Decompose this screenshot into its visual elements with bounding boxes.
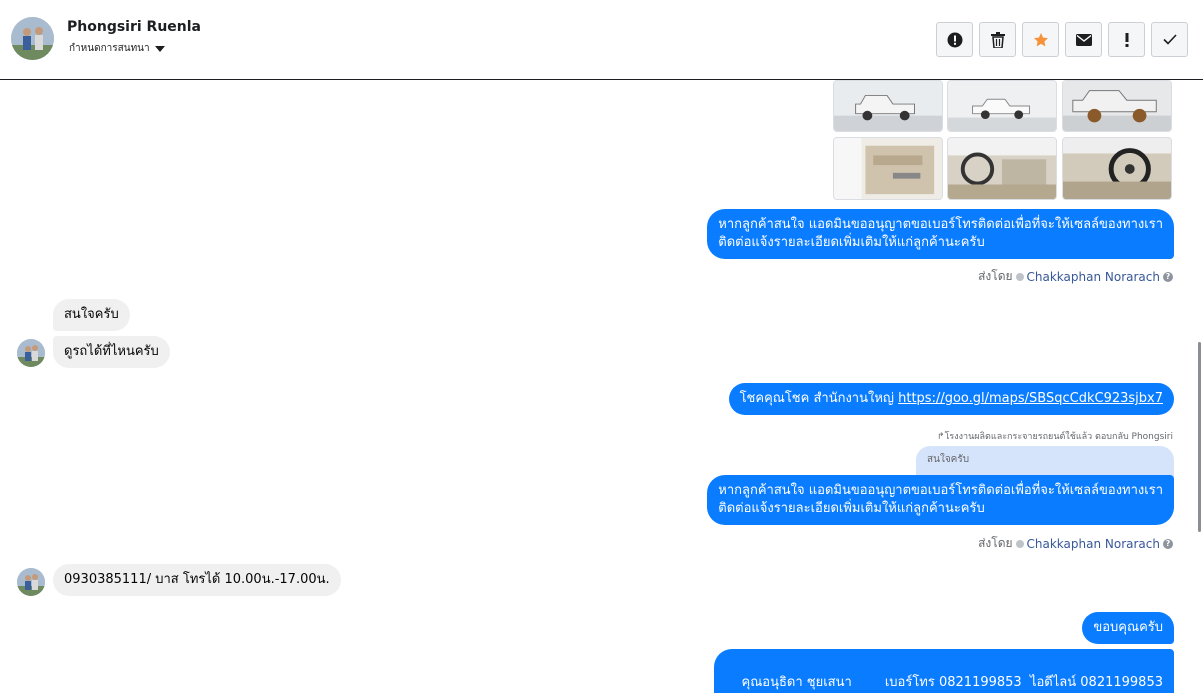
outgoing-message[interactable]: ขอบคุณครับ — [1082, 612, 1174, 644]
star-icon — [1033, 32, 1048, 46]
outgoing-message[interactable]: คุณอนุธิดา ชุยเสนา เบอร์โทร 0821199853 ไ… — [713, 649, 1174, 693]
sender-name[interactable]: Chakkaphan Norarach — [1027, 270, 1160, 284]
message-text-line: ติดต่อแจ้งรายละเอียดเพิ่มเติมให้แก่ลูกค้… — [718, 501, 985, 516]
mark-unread-button[interactable] — [1065, 22, 1102, 57]
car-photo-2[interactable] — [947, 80, 1057, 132]
car-photo-5[interactable] — [947, 137, 1057, 200]
mark-spam-button[interactable] — [936, 22, 973, 57]
incoming-message[interactable]: ดูรถได้ที่ไหนครับ — [53, 336, 170, 368]
outgoing-message[interactable]: หากลูกค้าสนใจ แอดมินขออนุญาตขอเบอร์โทรติ… — [707, 475, 1174, 525]
car-photo-6[interactable] — [1062, 137, 1172, 200]
message-text-line: หากลูกค้าสนใจ แอดมินขออนุญาตขอเบอร์โทรติ… — [718, 483, 1163, 498]
sent-by-label: ส่งโดย Chakkaphan Norarach ? — [978, 267, 1173, 286]
message-thread[interactable]: หากลูกค้าสนใจ แอดมินขออนุญาตขอเบอร์โทรติ… — [0, 80, 1203, 693]
map-link[interactable]: https://goo.gl/maps/SBSqcCdkC923sjbx7 — [898, 391, 1163, 406]
star-button[interactable] — [1022, 22, 1059, 57]
car-photo-4[interactable] — [833, 137, 943, 200]
caret-down-icon — [154, 45, 165, 52]
alert-circle-icon — [947, 32, 962, 47]
exclamation-icon — [1125, 32, 1128, 47]
verified-dot-icon — [1015, 539, 1024, 548]
contact-avatar-small[interactable] — [17, 339, 45, 367]
contact-name[interactable]: Phongsiri Ruenla — [67, 19, 201, 35]
incoming-message[interactable]: 0930385111/ บาส โทรได้ 10.00น.-17.00น. — [53, 564, 341, 596]
outgoing-message[interactable]: หากลูกค้าสนใจ แอดมินขออนุญาตขอเบอร์โทรติ… — [707, 209, 1174, 259]
help-icon[interactable]: ? — [1163, 271, 1173, 282]
envelope-icon — [1075, 33, 1092, 46]
check-icon — [1162, 34, 1177, 45]
incoming-message[interactable]: สนใจครับ — [53, 299, 130, 331]
delete-button[interactable] — [979, 22, 1016, 57]
follow-up-button[interactable] — [1108, 22, 1145, 57]
mark-done-button[interactable] — [1151, 22, 1188, 57]
car-photo-1[interactable] — [833, 80, 943, 132]
conversation-header: Phongsiri Ruenla กำหนดการสนทนา — [0, 0, 1203, 80]
reply-context: ↱โรงงานผลิตและกระจายรถยนต์ใช้แล้ว ตอบกลั… — [937, 432, 1173, 442]
sender-name[interactable]: Chakkaphan Norarach — [1027, 537, 1160, 551]
conversation-label-dropdown[interactable]: กำหนดการสนทนา — [69, 41, 165, 56]
verified-dot-icon — [1015, 272, 1024, 281]
car-photo-3[interactable] — [1062, 80, 1172, 132]
scrollbar[interactable] — [1198, 342, 1201, 532]
help-icon[interactable]: ? — [1163, 538, 1173, 549]
action-toolbar — [936, 22, 1188, 57]
contact-avatar-small[interactable] — [17, 568, 45, 596]
message-text-line: ติดต่อแจ้งรายละเอียดเพิ่มเติมให้แก่ลูกค้… — [718, 235, 985, 250]
trash-icon — [990, 31, 1005, 48]
outgoing-message[interactable]: โชคคุณโชค สำนักงานใหญ่ https://goo.gl/ma… — [728, 383, 1174, 415]
sent-by-label: ส่งโดย Chakkaphan Norarach ? — [978, 534, 1173, 553]
conversation-label: กำหนดการสนทนา — [69, 43, 150, 54]
message-text-line: หากลูกค้าสนใจ แอดมินขออนุญาตขอเบอร์โทรติ… — [718, 217, 1163, 232]
contact-avatar[interactable] — [11, 17, 54, 60]
